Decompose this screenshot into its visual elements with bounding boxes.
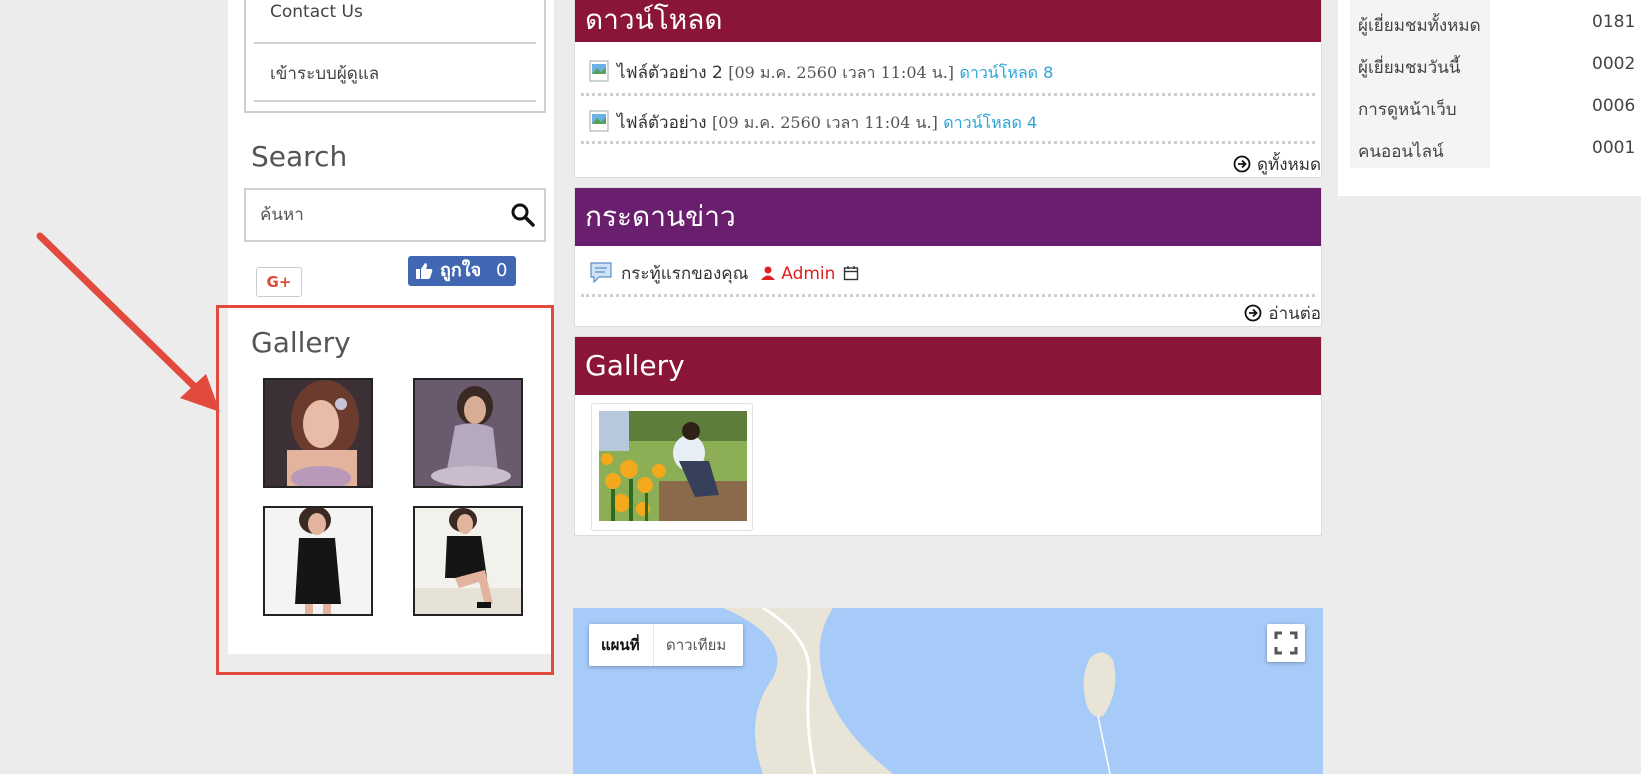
facebook-like-button[interactable]: ถูกใจ 0 — [408, 256, 516, 286]
board-topic[interactable]: กระทู้แรกของคุณ Admin — [589, 260, 859, 287]
menu-item-admin-login[interactable]: เข้าระบบผู้ดูแล — [270, 60, 536, 87]
downloads-title: ดาวน์โหลด — [575, 0, 1321, 42]
download-item-count: ดาวน์โหลด 4 — [943, 113, 1038, 132]
download-item[interactable]: ไฟล์ตัวอย่าง 2 [09 ม.ค. 2560 เวลา 11:04 … — [589, 59, 1053, 86]
map-type-toggle: แผนที่ ดาวเทียม — [589, 624, 743, 666]
stat-value-visitors-today: 0002 — [1592, 54, 1636, 74]
image-file-icon — [589, 110, 609, 132]
dotted-divider — [581, 93, 1315, 96]
stat-value-page-views: 0006 — [1592, 96, 1636, 116]
user-icon — [760, 266, 775, 280]
search-icon[interactable] — [510, 202, 536, 228]
fullscreen-icon — [1274, 631, 1298, 655]
google-map[interactable]: แผนที่ ดาวเทียม — [573, 608, 1323, 774]
download-item[interactable]: ไฟล์ตัวอย่าง [09 ม.ค. 2560 เวลา 11:04 น.… — [589, 109, 1037, 136]
search-box — [244, 188, 546, 242]
menu-item-contact-us[interactable]: Contact Us — [270, 2, 536, 22]
board-topic-author[interactable]: Admin — [781, 264, 835, 284]
map-type-satellite-button[interactable]: ดาวเทียม — [654, 624, 738, 666]
calendar-icon — [843, 266, 859, 281]
image-file-icon — [589, 60, 609, 82]
webboard-panel: กระดานข่าว กระทู้แรกของคุณ Admin อ่านต่อ — [574, 187, 1322, 327]
dotted-divider — [581, 141, 1315, 144]
menu-divider — [254, 42, 536, 44]
download-item-name: ไฟล์ตัวอย่าง 2 — [617, 63, 723, 83]
gallery-highlight-box — [216, 305, 554, 675]
stat-value-online-users: 0001 — [1592, 138, 1636, 158]
stat-label-visitors-today: ผู้เยี่ยมชมวันนี้ — [1358, 58, 1461, 78]
board-topic-title: กระทู้แรกของคุณ — [621, 264, 749, 284]
circle-arrow-right-icon — [1244, 304, 1262, 322]
gallery-panel-title: Gallery — [575, 337, 1321, 395]
search-input[interactable] — [260, 200, 500, 230]
stat-label-total-visitors: ผู้เยี่ยมชมทั้งหมด — [1358, 16, 1481, 36]
map-type-map-button[interactable]: แผนที่ — [589, 624, 652, 666]
stat-label-online-users: คนออนไลน์ — [1358, 142, 1444, 162]
view-all-label: ดูทั้งหมด — [1257, 155, 1321, 175]
download-item-date: [09 ม.ค. 2560 เวลา 11:04 น.] — [728, 63, 955, 82]
stat-label-page-views: การดูหน้าเว็บ — [1358, 100, 1457, 120]
circle-arrow-right-icon — [1233, 155, 1251, 173]
downloads-panel: ดาวน์โหลด ไฟล์ตัวอย่าง 2 [09 ม.ค. 2560 เ… — [574, 0, 1322, 178]
like-label: ถูกใจ — [440, 260, 482, 281]
map-fullscreen-button[interactable] — [1267, 624, 1305, 662]
search-section-title: Search — [251, 140, 348, 173]
view-all-link[interactable]: ดูทั้งหมด — [1233, 151, 1321, 178]
like-count: 0 — [496, 260, 508, 281]
google-plus-button[interactable]: G+ — [256, 267, 302, 297]
read-more-link[interactable]: อ่านต่อ — [1244, 300, 1321, 327]
download-item-date: [09 ม.ค. 2560 เวลา 11:04 น.] — [712, 113, 938, 132]
speech-bubble-icon — [590, 262, 612, 283]
stat-value-total-visitors: 0181 — [1592, 12, 1636, 32]
gallery-panel-thumbnail[interactable] — [591, 403, 753, 531]
sidebar-menu: Contact Us เข้าระบบผู้ดูแล — [244, 0, 546, 113]
download-item-name: ไฟล์ตัวอย่าง — [617, 113, 707, 133]
dotted-divider — [581, 294, 1315, 297]
download-item-count: ดาวน์โหลด 8 — [959, 63, 1054, 82]
thumbs-up-icon — [416, 263, 433, 279]
red-arrow-annotation — [36, 232, 220, 412]
gallery-panel: Gallery — [574, 336, 1322, 536]
webboard-title: กระดานข่าว — [575, 188, 1321, 246]
menu-divider — [254, 100, 536, 102]
read-more-label: อ่านต่อ — [1268, 304, 1321, 324]
gallery-photo-planting — [599, 411, 747, 521]
